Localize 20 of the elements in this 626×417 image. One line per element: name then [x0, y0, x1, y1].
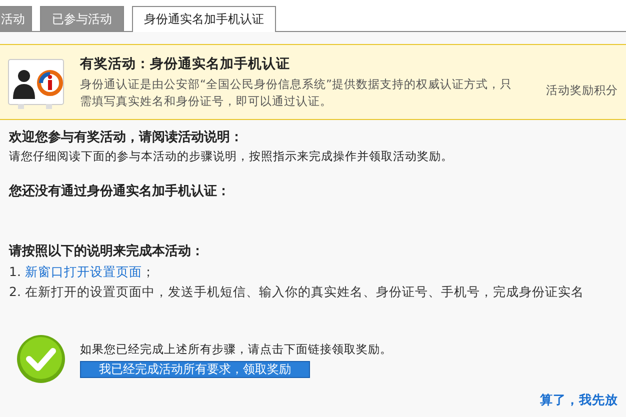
step-number: 2. — [9, 284, 21, 299]
status-message: 您还没有通过身份通实名加手机认证： — [9, 182, 231, 201]
step-text: 在新打开的设置页面中，发送手机短信、输入你的真实姓名、身份证号、手机号，完成身份证实名 — [24, 284, 584, 299]
give-up-link[interactable]: 算了，我先放 — [540, 392, 618, 409]
identity-card-icon — [8, 59, 64, 111]
steps-heading: 请按照以下的说明来完成本活动： — [9, 242, 205, 261]
claim-instruction: 如果您已经完成上述所有步骤，请点击下面链接领取奖励。 — [80, 340, 392, 356]
banner-title: 有奖活动：身份通实名加手机认证 — [80, 55, 291, 73]
banner-description: 身份通认证是由公安部“全国公民身份信息系统”提供数据支持的权威认证方式，只需填写真实姓名和身份证号，即可以通过认证。 — [80, 76, 513, 110]
reward-points-label: 活动奖励积分 — [546, 83, 618, 98]
intro-text: 请您仔细阅读下面的参与本活动的步骤说明，按照指示来完成操作并领取活动奖励。 — [9, 148, 454, 164]
intro-heading: 欢迎您参与有奖活动，请阅读活动说明： — [9, 128, 244, 147]
claim-reward-button[interactable]: 我已经完成活动所有要求，领取奖励 — [80, 360, 310, 378]
tab[interactable]: 身份通实名加手机认证 — [132, 6, 276, 32]
tab[interactable]: 已参与活动 — [40, 6, 124, 31]
tab[interactable]: 活动 — [0, 6, 32, 31]
checkmark-icon — [16, 334, 66, 384]
step-number: 1. — [9, 264, 21, 279]
step-text: ； — [142, 264, 155, 279]
settings-link[interactable]: 新窗口打开设置页面 — [24, 264, 142, 279]
